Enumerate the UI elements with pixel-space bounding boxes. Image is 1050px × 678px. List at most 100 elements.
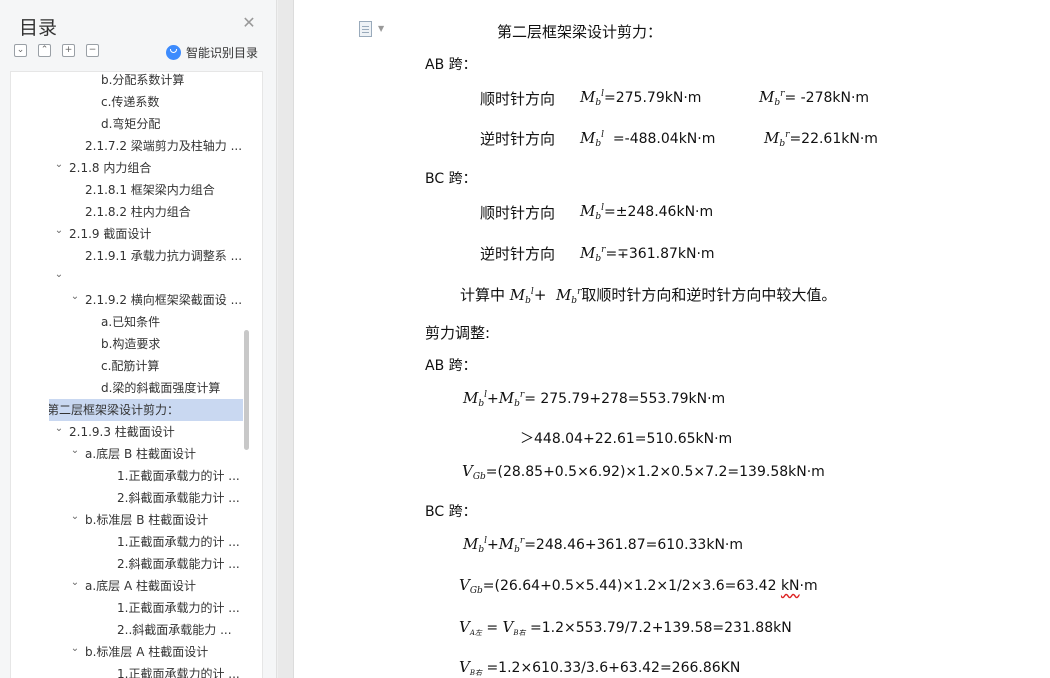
- ab-counter-left: Mbl =-488.04kN·m: [580, 129, 716, 149]
- toc-item[interactable]: ⌄ 2.1.9 截面设计: [11, 223, 251, 245]
- chevron-down-icon[interactable]: ⌄: [53, 223, 65, 245]
- chevron-down-icon[interactable]: ⌄: [53, 421, 65, 443]
- chevron-down-icon[interactable]: ⌄: [69, 575, 81, 597]
- vab-equation: VA左 = VB右 =1.2×553.79/7.2+139.58=231.88k…: [459, 618, 792, 637]
- clockwise-label: 顺时针方向: [480, 90, 556, 108]
- toc-item[interactable]: 2.1.8.2 柱内力组合: [11, 201, 251, 223]
- toc-item-label: 2.1.8.2 柱内力组合: [85, 205, 191, 219]
- toc-item[interactable]: a.已知条件: [11, 311, 251, 333]
- section-heading: 第二层框架梁设计剪力：: [497, 23, 663, 41]
- ab-counter-right: Mbr=22.61kN·m: [764, 129, 878, 149]
- toc-item[interactable]: 2.斜截面承载能力计 ...: [11, 487, 251, 509]
- smart-toc-icon: [166, 44, 181, 60]
- toc-item[interactable]: ⌄ b.标准层 B 柱截面设计: [11, 509, 251, 531]
- bc-span-label-2: BC 跨：: [425, 504, 477, 520]
- bc-vgb: VGb=(26.64+0.5×5.44)×1.2×1/2×3.6=63.42 k…: [459, 576, 818, 596]
- toc-item-label: b.标准层 B 柱截面设计: [85, 513, 209, 527]
- toc-item[interactable]: 1.正截面承载力的计 ...: [11, 531, 251, 553]
- toc-item[interactable]: ⌄ b.标准层 A 柱截面设计: [11, 641, 251, 663]
- ab-clockwise-left: Mbl=275.79kN·m: [580, 88, 702, 108]
- ab-span-label: AB 跨：: [425, 57, 477, 73]
- toc-item[interactable]: ⌄: [11, 267, 251, 289]
- ab-vgb: VGb=(28.85+0.5×6.92)×1.2×0.5×7.2=139.58k…: [462, 462, 825, 482]
- toc-item[interactable]: b.构造要求: [11, 333, 251, 355]
- clockwise-label-bc: 顺时针方向: [480, 204, 556, 222]
- toc-item[interactable]: ⌄ 2.1.9.2 横向框架梁截面设 ...: [11, 289, 251, 311]
- toc-item[interactable]: 2.1.8.1 框架梁内力组合: [11, 179, 251, 201]
- chevron-down-icon[interactable]: ⌄: [69, 509, 81, 531]
- toc-item[interactable]: b.分配系数计算: [11, 72, 251, 91]
- toc-item-label: 2..斜截面承载能力 ...: [117, 623, 232, 637]
- toc-item-label: 第二层框架梁设计剪力：: [49, 403, 180, 417]
- toc-item-label: c.配筋计算: [101, 359, 160, 373]
- toc-item-label: b.分配系数计算: [101, 73, 185, 87]
- chevron-down-icon[interactable]: ⌄: [69, 289, 81, 311]
- toc-item-label: 2.1.8.1 框架梁内力组合: [85, 183, 215, 197]
- document-icon[interactable]: [359, 21, 372, 37]
- add-heading-icon[interactable]: +: [62, 44, 75, 57]
- toc-item[interactable]: 2.斜截面承载能力计 ...: [11, 553, 251, 575]
- toc-item-label: a.底层 A 柱截面设计: [85, 579, 197, 593]
- toc-item-label: 2.1.9.3 柱截面设计: [69, 425, 175, 439]
- toc-item[interactable]: 2..斜截面承载能力 ...: [11, 619, 251, 641]
- ab-moment-compare: ＞448.04+22.61=510.65kN·m: [520, 431, 733, 447]
- toc-item-label: 2.斜截面承载能力计 ...: [117, 491, 240, 505]
- expand-up-icon[interactable]: ⌃: [38, 44, 51, 57]
- toc-item[interactable]: 1.正截面承载力的计 ...: [11, 597, 251, 619]
- toc-item[interactable]: d.梁的斜截面强度计算: [11, 377, 251, 399]
- toc-item-label: 1.正截面承载力的计 ...: [117, 601, 240, 615]
- toc-item[interactable]: ⌄ a.底层 A 柱截面设计: [11, 575, 251, 597]
- toc-item[interactable]: d.弯矩分配: [11, 113, 251, 135]
- smart-toc-button[interactable]: 智能识别目录: [166, 43, 258, 61]
- toc-item-label: 2.1.7.2 梁端剪力及柱轴力 ...: [85, 139, 243, 153]
- toc-item-label: 2.1.9.2 横向框架梁截面设 ...: [85, 293, 243, 307]
- close-icon[interactable]: ✕: [240, 14, 258, 32]
- document-page[interactable]: ▼ 第二层框架梁设计剪力： AB 跨： 顺时针方向 Mbl=275.79kN·m…: [293, 0, 1050, 678]
- toc-item-label: 1.正截面承载力的计 ...: [117, 535, 240, 549]
- toc-item[interactable]: ⌄第二层框架梁设计剪力：: [49, 399, 243, 421]
- bc-counter: Mbr=∓361.87kN·m: [580, 244, 715, 264]
- toc-item[interactable]: ⌄ a.底层 B 柱截面设计: [11, 443, 251, 465]
- toc-title: 目录: [19, 17, 58, 39]
- toc-scrollbar[interactable]: [244, 330, 249, 450]
- toc-item[interactable]: c.传递系数: [11, 91, 251, 113]
- chevron-down-icon[interactable]: ⌄: [69, 443, 81, 465]
- toc-item-label: 2.1.9 截面设计: [69, 227, 152, 241]
- bc-clockwise: Mbl=±248.46kN·m: [580, 202, 714, 222]
- counterclockwise-label-bc: 逆时针方向: [480, 245, 556, 263]
- chevron-down-icon[interactable]: ⌄: [53, 267, 65, 289]
- shear-adjust-label: 剪力调整:: [425, 324, 491, 342]
- toc-item-label: c.传递系数: [101, 95, 160, 109]
- remove-heading-icon[interactable]: −: [86, 44, 99, 57]
- toc-item[interactable]: 1.正截面承载力的计 ...: [11, 465, 251, 487]
- toc-item-label: b.标准层 A 柱截面设计: [85, 645, 209, 659]
- toc-item-label: 1.正截面承载力的计 ...: [117, 667, 240, 678]
- vbc-equation: VB右 =1.2×610.33/3.6+63.42=266.86KN: [459, 658, 741, 677]
- toc-item-label: 2.1.8 内力组合: [69, 161, 152, 175]
- ab-clockwise-right: Mbr= -278kN·m: [759, 88, 870, 108]
- toc-item-label: d.弯矩分配: [101, 117, 161, 131]
- chevron-down-icon[interactable]: ⌄: [53, 157, 65, 179]
- chevron-down-icon[interactable]: ⌄: [69, 641, 81, 663]
- toc-item[interactable]: 1.正截面承载力的计 ...: [11, 663, 251, 678]
- calc-note: 计算中 Mbl+ Mbr取顺时针方向和逆时针方向中较大值。: [460, 286, 837, 306]
- toc-item[interactable]: 2.1.9.1 承载力抗力调整系 ...: [11, 245, 251, 267]
- toc-item-label: a.底层 B 柱截面设计: [85, 447, 197, 461]
- toc-item[interactable]: ⌄ 2.1.9.3 柱截面设计: [11, 421, 251, 443]
- toc-item-label: d.梁的斜截面强度计算: [101, 381, 221, 395]
- ab-span-label-2: AB 跨：: [425, 358, 477, 374]
- toc-item[interactable]: ⌄ 2.1.8 内力组合: [11, 157, 251, 179]
- bc-span-label: BC 跨：: [425, 171, 477, 187]
- toc-item-label: a.已知条件: [101, 315, 161, 329]
- toc-item-label: 2.1.9.1 承载力抗力调整系 ...: [85, 249, 243, 263]
- toc-item[interactable]: c.配筋计算: [11, 355, 251, 377]
- bc-moment-sum: Mbl+Mbr=248.46+361.87=610.33kN·m: [463, 535, 744, 555]
- chevron-down-icon[interactable]: ▼: [378, 24, 384, 33]
- smart-toc-label: 智能识别目录: [186, 45, 259, 60]
- toc-panel: 目录 ✕ ⌄ ⌃ + − 智能识别目录 b.分配系数计算 c.传递系数 d.弯矩分配…: [0, 0, 277, 678]
- toc-item-label: b.构造要求: [101, 337, 161, 351]
- toc-list[interactable]: b.分配系数计算 c.传递系数 d.弯矩分配 2.1.7.2 梁端剪力及柱轴力 ...…: [10, 71, 263, 678]
- toc-item[interactable]: 2.1.7.2 梁端剪力及柱轴力 ...: [11, 135, 251, 157]
- counterclockwise-label: 逆时针方向: [480, 130, 556, 148]
- collapse-all-icon[interactable]: ⌄: [14, 44, 27, 57]
